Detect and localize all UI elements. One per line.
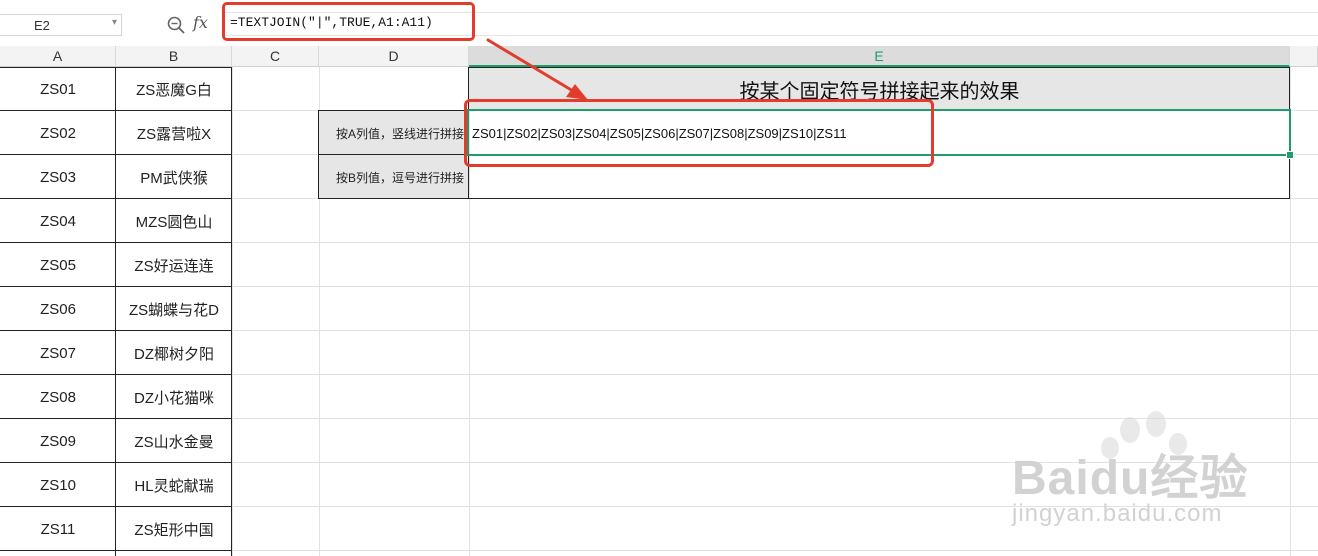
watermark-text: Baidu经验 [1012,452,1249,505]
watermark-url: jingyan.baidu.com [1012,500,1223,527]
